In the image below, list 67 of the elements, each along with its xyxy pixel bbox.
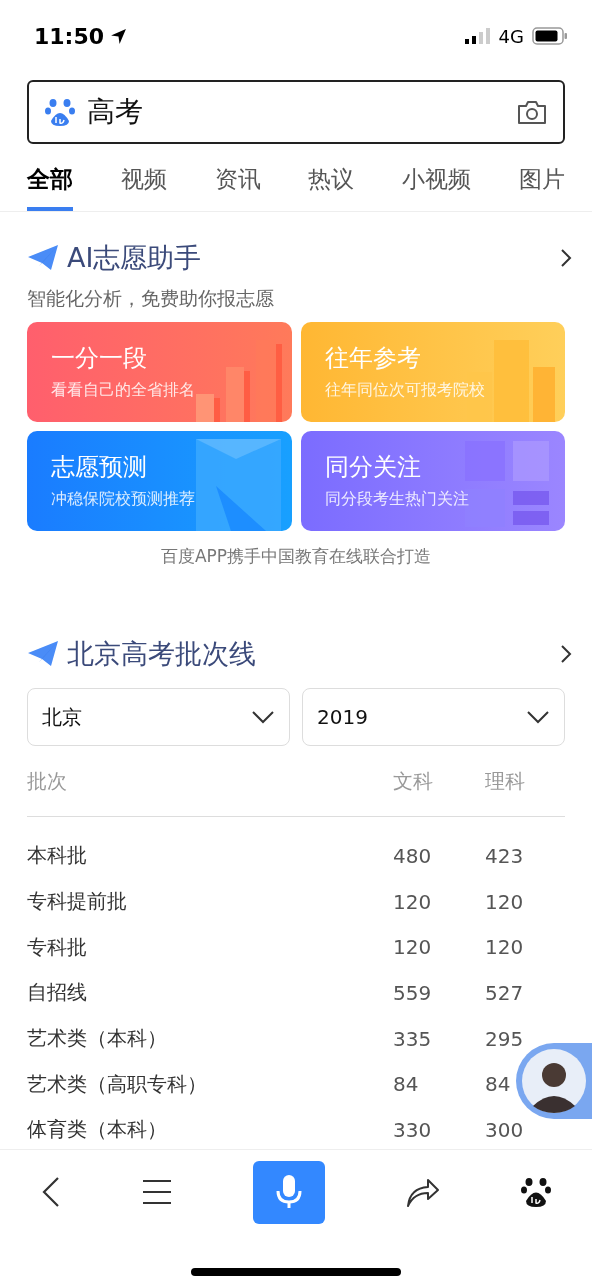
credit-text: 百度APP携手中国教育在线联合打造 [159, 545, 433, 568]
table-cell-text: 559 [393, 980, 433, 1005]
card-subtitle: 往年同位次可报考院校 [324, 380, 485, 401]
card-subtitle: 冲稳保院校预测推荐 [51, 489, 195, 510]
card-title: 往年参考 [324, 343, 421, 374]
card-title: 同分关注 [324, 452, 421, 483]
table-cell-text: 自招线 [27, 979, 88, 1007]
card-subtitle: 看看自己的全省排名 [51, 380, 195, 401]
table-cell-text: 120 [485, 889, 525, 914]
dropdown[interactable]: 北京 [27, 688, 290, 746]
card-title: 一分一段 [51, 343, 147, 374]
table-cell-text: 480 [393, 843, 433, 868]
avatar-icon [521, 1048, 587, 1114]
section-title: 北京高考批次线 [67, 637, 257, 671]
paw-logo-icon [45, 97, 75, 127]
table-cell-text: 专科批 [27, 933, 88, 961]
card-subtitle: 同分段考生热门关注 [324, 489, 469, 510]
dropdown[interactable]: 2019 [302, 688, 565, 746]
chevron-down-icon [251, 710, 275, 724]
table-cell-text: 335 [393, 1026, 433, 1051]
feature-card[interactable]: 同分关注 同分段考生热门关注 [300, 431, 565, 531]
tab[interactable]: 资讯 [214, 152, 261, 211]
table-cell-text: 423 [485, 843, 525, 868]
table-cell-text: 艺术类（高职专科） [27, 1070, 208, 1098]
share-icon[interactable] [406, 1176, 441, 1208]
table-cell-text: 体育类（本科） [27, 1116, 168, 1144]
column-header: 批次 [27, 767, 68, 795]
paw-logo-icon[interactable] [521, 1176, 552, 1208]
tab[interactable]: 视频 [120, 152, 167, 211]
section-title: AI志愿助手 [67, 241, 203, 275]
table-cell-text: 专科提前批 [27, 888, 128, 916]
camera-icon[interactable] [517, 99, 547, 125]
paper-plane-icon [27, 640, 59, 668]
tab[interactable]: 全部 [27, 152, 73, 211]
back-icon[interactable] [40, 1176, 61, 1208]
search-field[interactable]: 高考 [27, 80, 565, 144]
tab[interactable]: 图片 [519, 152, 565, 211]
table-cell-text: 300 [485, 1117, 525, 1142]
table-cell-text: 120 [393, 935, 433, 960]
table-cell-text: 120 [393, 889, 433, 914]
microphone-icon [275, 1174, 302, 1210]
signal-icon [464, 28, 491, 44]
tab[interactable]: 小视频 [402, 152, 472, 211]
card-title: 志愿预测 [51, 452, 147, 483]
menu-icon[interactable] [141, 1179, 172, 1205]
table-cell-text: 330 [393, 1117, 433, 1142]
feature-card[interactable]: 志愿预测 冲稳保院校预测推荐 [27, 431, 292, 531]
section-subtitle: 智能化分析，免费助你报志愿 [26, 286, 275, 311]
table-cell-text: 艺术类（本科） [27, 1025, 168, 1053]
table-cell-text: 120 [485, 935, 525, 960]
network-label: 4G [498, 25, 524, 47]
chevron-right-icon[interactable] [560, 644, 572, 664]
status-time: 11:50 [34, 23, 105, 49]
battery-icon [532, 27, 568, 45]
voice-search-button[interactable] [252, 1160, 325, 1224]
location-arrow-icon [110, 27, 128, 45]
tab[interactable]: 热议 [308, 152, 355, 211]
table-cell-text: 295 [485, 1026, 525, 1051]
table-cell-text: 本科批 [27, 842, 88, 870]
table-cell-text: 527 [485, 980, 525, 1005]
column-header: 理科 [485, 767, 526, 795]
table-cell-text: 84 [393, 1072, 420, 1097]
column-header: 文科 [393, 767, 434, 795]
table-cell-text: 84 [485, 1072, 512, 1097]
chevron-right-icon[interactable] [560, 248, 572, 268]
paper-plane-icon [27, 244, 59, 272]
chevron-down-icon [526, 710, 550, 724]
